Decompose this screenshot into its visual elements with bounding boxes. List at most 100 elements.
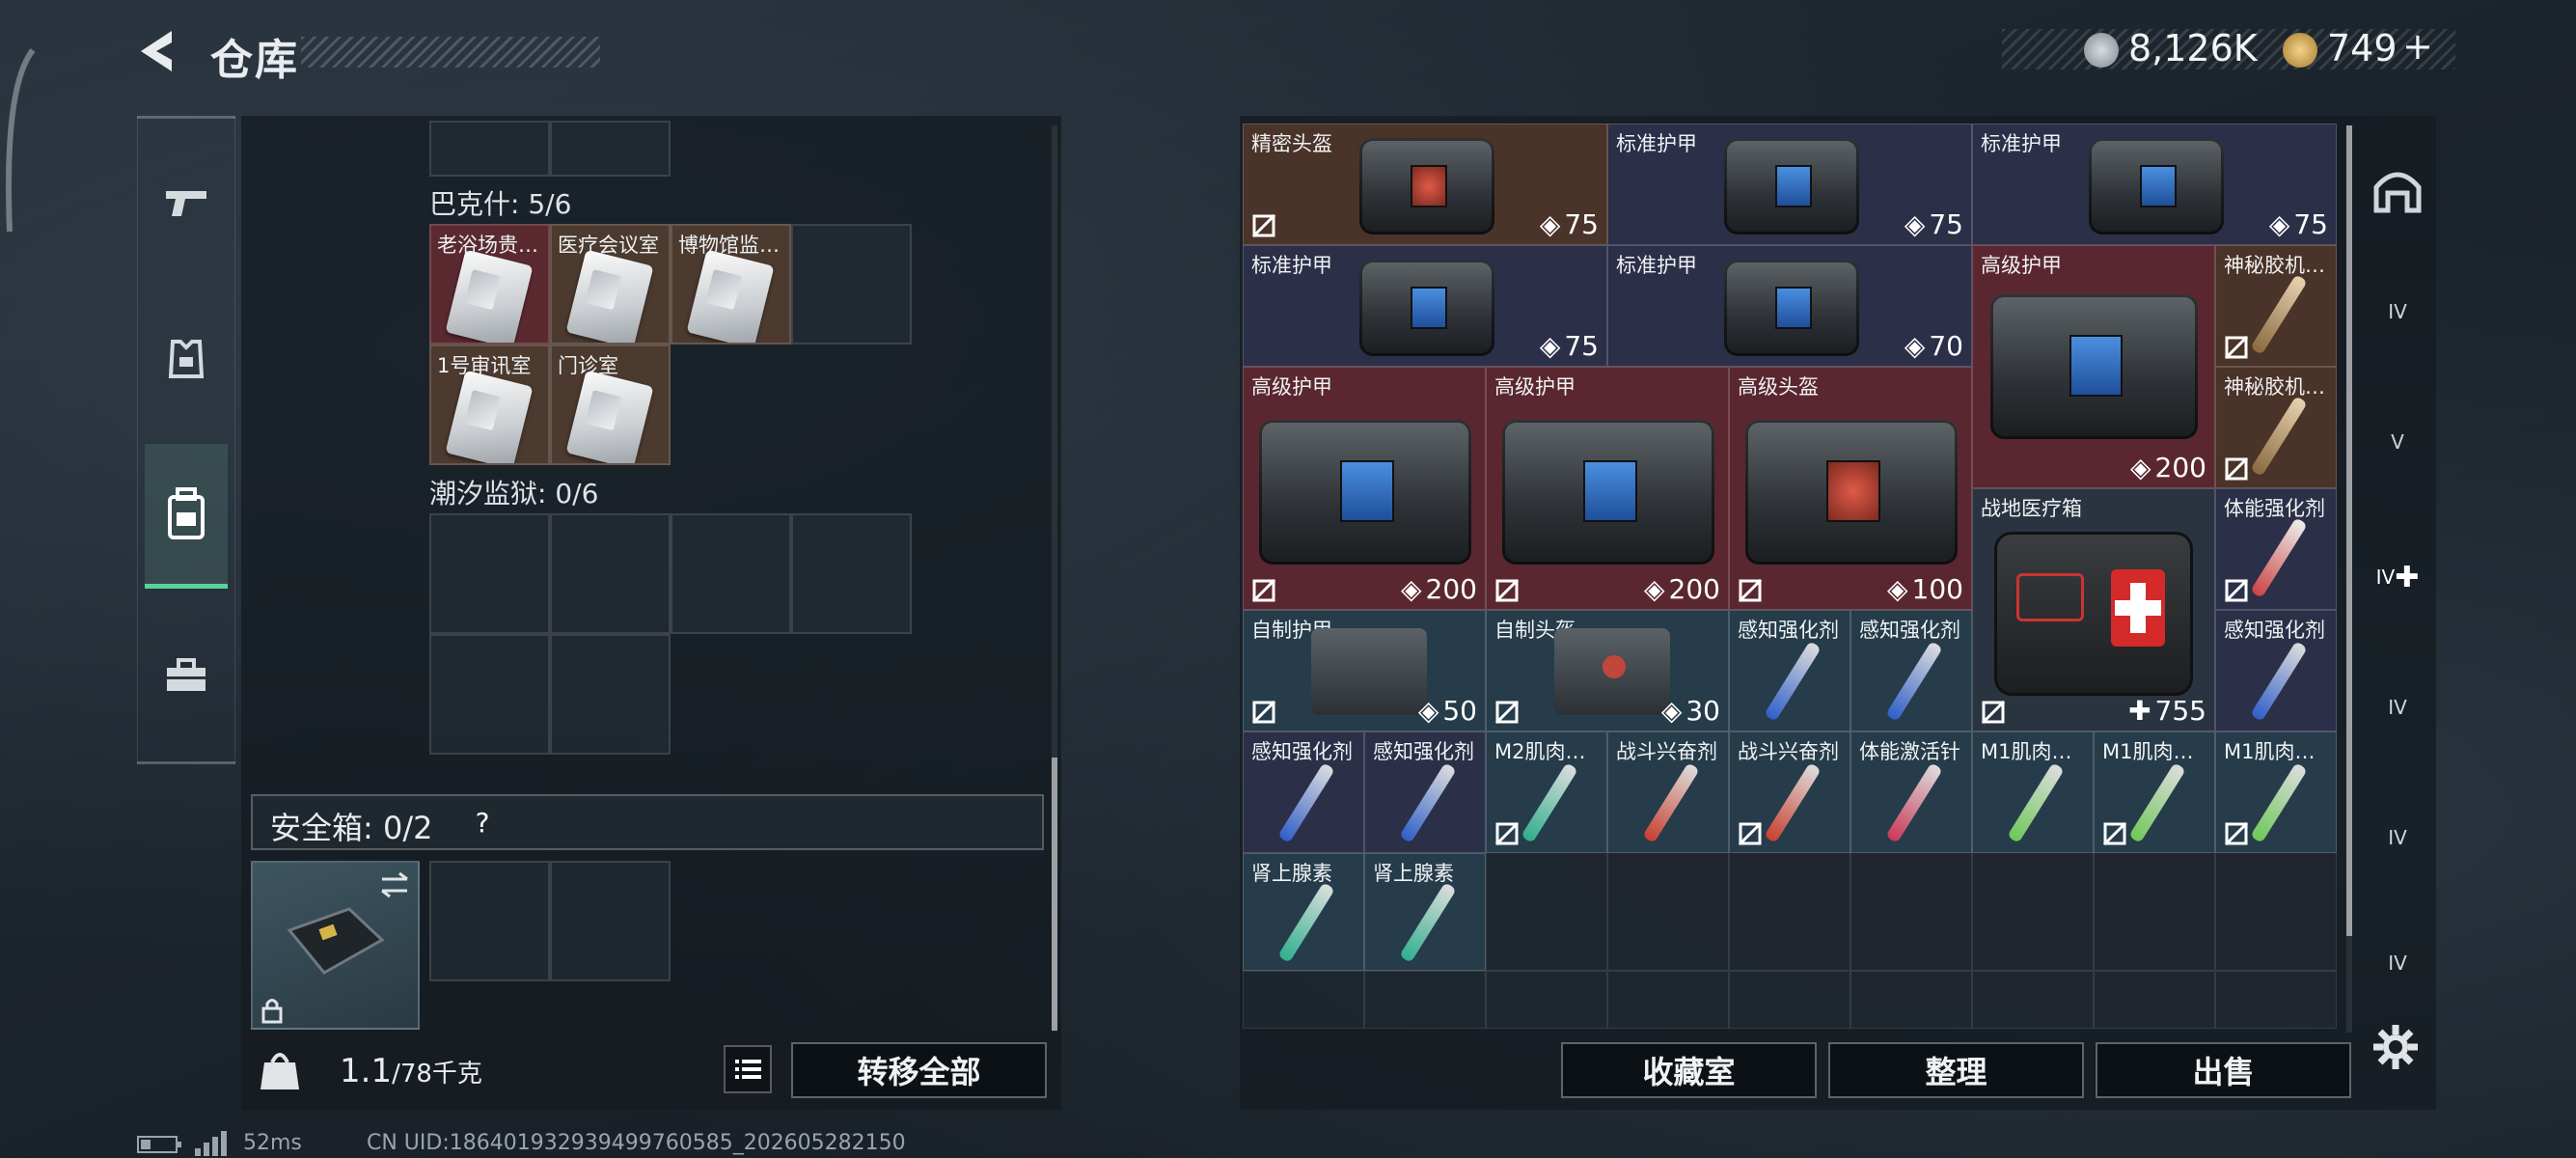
medical-tier-filter[interactable]: IV ✚: [2366, 545, 2429, 609]
add-currency-button[interactable]: +: [2402, 25, 2433, 68]
tier-filter[interactable]: IV: [2366, 676, 2429, 739]
grid-cell[interactable]: [1486, 849, 1607, 971]
nav-backpack[interactable]: [145, 444, 228, 589]
grid-cell[interactable]: [1486, 971, 1607, 1029]
sort-button[interactable]: 整理: [1828, 1042, 2084, 1098]
nav-toolbox[interactable]: [145, 627, 228, 724]
stash-item[interactable]: 高级护甲 ◈ 200: [1972, 245, 2215, 488]
left-scrollbar-thumb[interactable]: [1052, 758, 1057, 1033]
keycard-item[interactable]: 1号审讯室: [429, 345, 550, 465]
stash-item[interactable]: 感知强化剂: [1364, 731, 1486, 853]
keycard-item[interactable]: 医疗会议室: [550, 224, 671, 345]
grid-cell[interactable]: [1850, 971, 1972, 1029]
stash-item[interactable]: 体能激活针: [1850, 731, 1972, 853]
medical-plus-icon: ✚: [2128, 695, 2151, 727]
stash-item[interactable]: 标准护甲 ◈ 70: [1607, 245, 1972, 367]
medkit-image: [1994, 532, 2193, 696]
keycard-item[interactable]: 门诊室: [550, 345, 671, 465]
vest-image: [1311, 628, 1427, 715]
keycard-item[interactable]: 老浴场贵…: [429, 224, 550, 345]
grid-cell[interactable]: [1607, 971, 1729, 1029]
swap-icon[interactable]: [378, 870, 413, 899]
page-title: 仓库: [210, 36, 299, 85]
edge-arc-decoration: [6, 48, 36, 233]
grid-cell[interactable]: [550, 513, 671, 634]
back-arrow-icon[interactable]: [135, 27, 183, 75]
stash-item[interactable]: 高级护甲 ◈ 200: [1486, 367, 1729, 610]
grid-cell[interactable]: [1364, 971, 1486, 1029]
sell-button[interactable]: 出售: [2096, 1042, 2351, 1098]
grid-cell[interactable]: [791, 513, 912, 634]
stash-item[interactable]: 标准护甲 ◈ 75: [1972, 124, 2337, 245]
grid-cell[interactable]: [2094, 849, 2215, 971]
shield-icon: ◈: [1539, 330, 1561, 362]
tier-filter[interactable]: IV: [2366, 806, 2429, 869]
helmet-category-icon[interactable]: [2369, 162, 2426, 220]
stash-item[interactable]: 精密头盔 ◈ 75: [1243, 124, 1607, 245]
stash-item[interactable]: 高级护甲 ◈ 200: [1243, 367, 1486, 610]
settings-gear-icon[interactable]: [2371, 1023, 2420, 1071]
stash-item[interactable]: 标准护甲 ◈ 75: [1607, 124, 1972, 245]
stash-item[interactable]: 体能强化剂: [2215, 488, 2337, 610]
grid-cell[interactable]: [1850, 849, 1972, 971]
grid-cell[interactable]: [671, 513, 791, 634]
stash-item[interactable]: 高级头盔 ◈ 100: [1729, 367, 1972, 610]
safe-box-container-slot[interactable]: [251, 861, 420, 1030]
no-sell-icon: [1738, 578, 1763, 603]
collection-room-button[interactable]: 收藏室: [1561, 1042, 1817, 1098]
grid-cell[interactable]: [429, 634, 550, 755]
stash-item[interactable]: M1肌肉…: [2094, 731, 2215, 853]
stash-item[interactable]: 自制头盔 ◈ 30: [1486, 610, 1729, 731]
grid-cell[interactable]: [1243, 971, 1364, 1029]
grid-cell[interactable]: [2215, 849, 2337, 971]
list-view-button[interactable]: [724, 1045, 772, 1093]
stash-item[interactable]: M2肌肉…: [1486, 731, 1607, 853]
backpack-icon: [168, 486, 205, 539]
grid-cell[interactable]: [2094, 971, 2215, 1029]
grid-cell[interactable]: [429, 121, 550, 177]
safe-box-label: 安全箱: 0/2: [270, 810, 433, 846]
stash-item[interactable]: 感知强化剂: [1850, 610, 1972, 731]
shield-icon: ◈: [1887, 573, 1908, 605]
bag-tier-filter[interactable]: V: [2366, 410, 2429, 474]
grid-cell[interactable]: [550, 121, 671, 177]
grid-cell[interactable]: [1729, 849, 1850, 971]
medical-plus-icon: ✚: [2395, 560, 2420, 594]
shield-icon: ◈: [1904, 208, 1926, 240]
battery-icon: [137, 1136, 181, 1153]
section-label-tidal-prison: 潮汐监狱: 0/6: [429, 478, 599, 510]
grid-cell[interactable]: [1972, 849, 2094, 971]
safe-slot[interactable]: [429, 861, 550, 981]
nav-armor[interactable]: [145, 311, 228, 407]
stash-item[interactable]: 标准护甲 ◈ 75: [1243, 245, 1607, 367]
stash-item[interactable]: M1肌肉…: [1972, 731, 2094, 853]
grid-cell[interactable]: [1729, 971, 1850, 1029]
stash-item[interactable]: 自制护甲 ◈ 50: [1243, 610, 1486, 731]
keycard-item[interactable]: 博物馆监…: [671, 224, 791, 345]
grid-cell[interactable]: [1607, 849, 1729, 971]
stash-scrollbar-thumb[interactable]: [2346, 125, 2352, 936]
transfer-all-button[interactable]: 转移全部: [791, 1042, 1047, 1098]
stash-item[interactable]: 肾上腺素: [1364, 853, 1486, 971]
grid-cell[interactable]: [550, 634, 671, 755]
safe-slot[interactable]: [550, 861, 671, 981]
stash-item[interactable]: 感知强化剂: [1729, 610, 1850, 731]
grid-cell[interactable]: [1972, 971, 2094, 1029]
help-button[interactable]: ?: [463, 804, 502, 842]
grid-cell[interactable]: [429, 513, 550, 634]
weight-max: /78千克: [392, 1060, 482, 1089]
stash-item[interactable]: 神秘胶机…: [2215, 367, 2337, 488]
stash-item[interactable]: 战地医疗箱 ✚ 755: [1972, 488, 2215, 731]
stash-item[interactable]: 肾上腺素: [1243, 853, 1364, 971]
stash-item[interactable]: 感知强化剂: [1243, 731, 1364, 853]
stash-item[interactable]: 战斗兴奋剂: [1607, 731, 1729, 853]
armor-tier-filter[interactable]: IV: [2366, 280, 2429, 344]
nav-weapon[interactable]: [145, 154, 228, 251]
stash-item[interactable]: M1肌肉…: [2215, 731, 2337, 853]
grid-cell[interactable]: [2215, 971, 2337, 1029]
grid-cell[interactable]: [791, 224, 912, 345]
stash-item[interactable]: 战斗兴奋剂: [1729, 731, 1850, 853]
stash-item[interactable]: 神秘胶机…: [2215, 245, 2337, 367]
tier-filter[interactable]: IV: [2366, 931, 2429, 995]
stash-item[interactable]: 感知强化剂: [2215, 610, 2337, 731]
